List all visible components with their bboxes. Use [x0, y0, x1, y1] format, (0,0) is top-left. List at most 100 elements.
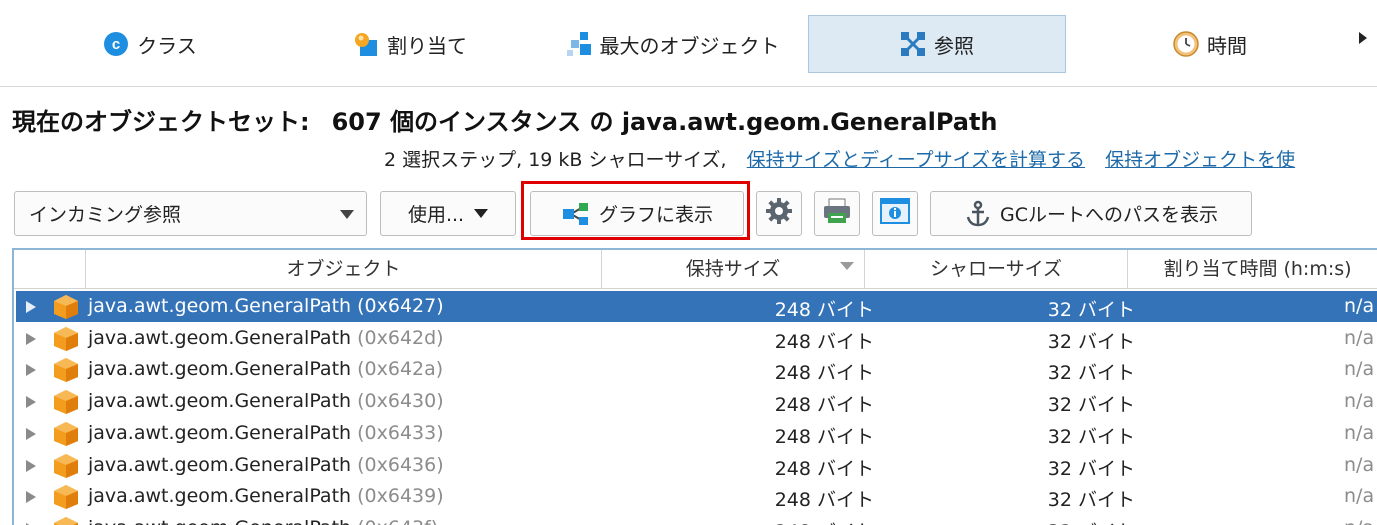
- expand-triangle-icon[interactable]: [26, 396, 36, 409]
- page-title: 現在のオブジェクトセット: 607 個のインスタンス の java.awt.geo…: [12, 102, 998, 137]
- table-row[interactable]: java.awt.geom.GeneralPath (0x642d) 248 バイ…: [16, 323, 1377, 354]
- expand-triangle-icon[interactable]: [26, 301, 36, 313]
- tab-label: 参照: [934, 33, 974, 58]
- object-address: (0x642d): [357, 326, 444, 349]
- object-name: java.awt.geom.GeneralPath (0x6436): [88, 454, 444, 476]
- object-instance-icon: [53, 453, 79, 479]
- gc-root-path-label: GCルートへのパスを表示: [1000, 204, 1218, 226]
- shallow-size-cell: 32 バイト: [1047, 425, 1135, 448]
- dropdown-arrow-icon: [474, 209, 489, 218]
- expand-triangle-icon[interactable]: [26, 491, 36, 504]
- tab-label: 時間: [1207, 33, 1247, 58]
- retained-size-cell: 248 バイト: [774, 457, 874, 480]
- object-address: (0x6433): [357, 421, 444, 444]
- allocation-time-cell: n/a: [1344, 358, 1375, 381]
- tab-biggest-objects[interactable]: 最大のオブジェクト: [555, 15, 790, 73]
- export-button[interactable]: [814, 191, 860, 236]
- expand-triangle-icon[interactable]: [26, 332, 36, 345]
- object-class: java.awt.geom.GeneralPath: [88, 453, 352, 476]
- view-tab-bar: c クラス 割り当て 最大のオブジェクト 参照 時間: [0, 0, 1377, 87]
- use-button[interactable]: 使用...: [380, 191, 516, 236]
- tab-scroll-right-arrow[interactable]: [1359, 32, 1367, 44]
- object-address: (0x6430): [357, 390, 444, 413]
- export-icon: [822, 197, 852, 230]
- object-class: java.awt.geom.GeneralPath: [88, 326, 352, 349]
- tab-allocations[interactable]: 割り当て: [340, 15, 480, 73]
- object-set-title: 607 個のインスタンス の java.awt.geom.GeneralPath: [331, 108, 998, 136]
- references-table: オブジェクト 保持サイズ シャローサイズ 割り当て時間 (h:m:s) java…: [12, 248, 1377, 525]
- retained-size-cell: 248 バイト: [774, 299, 874, 321]
- table-row[interactable]: java.awt.geom.GeneralPath (0x6439) 248 バイ…: [16, 481, 1377, 512]
- object-class: java.awt.geom.GeneralPath: [88, 295, 352, 317]
- object-class: java.awt.geom.GeneralPath: [88, 421, 352, 444]
- expand-triangle-icon[interactable]: [26, 427, 36, 440]
- table-row[interactable]: java.awt.geom.GeneralPath (0x643f) 248 バイ…: [16, 513, 1377, 525]
- table-row[interactable]: java.awt.geom.GeneralPath (0x6436) 248 バイ…: [16, 450, 1377, 481]
- allocation-time-cell: n/a: [1344, 517, 1374, 525]
- selection-info: 2 選択ステップ, 19 kB シャローサイズ,: [384, 149, 727, 171]
- show-gc-root-path-button[interactable]: GCルートへのパスを表示: [930, 191, 1252, 236]
- object-address: (0x6427): [357, 295, 444, 317]
- highlight-box: [521, 181, 750, 240]
- title-prefix: 現在のオブジェクトセット:: [12, 108, 310, 136]
- chevron-down-icon: [340, 210, 354, 219]
- object-instance-icon: [53, 516, 79, 525]
- table-row[interactable]: java.awt.geom.GeneralPath (0x6430) 248 バイ…: [16, 386, 1377, 417]
- tab-label: 最大のオブジェクト: [599, 33, 780, 58]
- shallow-size-cell: 32 バイト: [1048, 517, 1135, 525]
- retained-size-cell: 248 バイト: [774, 394, 874, 417]
- tab-references[interactable]: 参照: [808, 15, 1066, 73]
- header-object[interactable]: オブジェクト: [86, 250, 602, 288]
- info-window-icon: [880, 198, 910, 229]
- table-row[interactable]: java.awt.geom.GeneralPath (0x642a) 248 バイ…: [16, 354, 1377, 385]
- header-expand-column: [14, 250, 86, 288]
- references-icon: [900, 31, 926, 57]
- shallow-size-cell: 32 バイト: [1047, 299, 1135, 321]
- shallow-size-cell: 32 バイト: [1047, 489, 1135, 512]
- use-retained-objects-link[interactable]: 保持オブジェクトを使: [1105, 149, 1295, 171]
- object-address: (0x643f): [357, 517, 438, 525]
- retained-size-cell: 248 バイト: [775, 517, 874, 525]
- object-name: java.awt.geom.GeneralPath (0x643f): [88, 517, 438, 525]
- header-allocation-time[interactable]: 割り当て時間 (h:m:s): [1128, 250, 1377, 288]
- settings-button[interactable]: [756, 191, 802, 236]
- allocation-time-cell: n/a: [1344, 485, 1375, 508]
- header-retained-size[interactable]: 保持サイズ: [602, 250, 865, 288]
- biggest-objects-icon: [566, 31, 592, 57]
- anchor-icon: [964, 200, 992, 228]
- reference-type-dropdown[interactable]: インカミング参照: [14, 191, 367, 236]
- calculate-retained-sizes-link[interactable]: 保持サイズとディープサイズを計算する: [747, 149, 1085, 171]
- object-address: (0x6439): [357, 485, 444, 508]
- object-class: java.awt.geom.GeneralPath: [88, 485, 352, 508]
- object-name: java.awt.geom.GeneralPath (0x6427): [88, 295, 444, 317]
- header-retained-size-label: 保持サイズ: [685, 258, 781, 280]
- object-instance-icon: [53, 389, 79, 415]
- shallow-size-cell: 32 バイト: [1047, 330, 1135, 353]
- tab-time[interactable]: 時間: [1160, 15, 1260, 73]
- tab-classes[interactable]: c クラス: [90, 15, 210, 73]
- object-name: java.awt.geom.GeneralPath (0x6430): [88, 390, 444, 412]
- object-name: java.awt.geom.GeneralPath (0x642a): [88, 358, 443, 380]
- selection-summary: 2 選択ステップ, 19 kB シャローサイズ, 保持サイズとディープサイズを計…: [384, 145, 1295, 172]
- object-instance-icon: [53, 484, 79, 510]
- shallow-size-cell: 32 バイト: [1047, 394, 1135, 417]
- table-row[interactable]: java.awt.geom.GeneralPath (0x6427) 248 バイ…: [16, 291, 1377, 322]
- info-button[interactable]: [872, 191, 918, 236]
- table-row[interactable]: java.awt.geom.GeneralPath (0x6433) 248 バイ…: [16, 418, 1377, 449]
- tab-label: クラス: [137, 33, 197, 58]
- object-name: java.awt.geom.GeneralPath (0x6433): [88, 422, 444, 444]
- allocation-time-cell: n/a: [1344, 295, 1375, 317]
- clock-icon: [1173, 31, 1199, 57]
- object-class: java.awt.geom.GeneralPath: [88, 358, 352, 381]
- shallow-size-cell: 32 バイト: [1047, 362, 1135, 385]
- allocation-time-cell: n/a: [1344, 390, 1375, 413]
- allocation-icon: [353, 31, 379, 57]
- object-name: java.awt.geom.GeneralPath (0x6439): [88, 485, 444, 507]
- header-shallow-size[interactable]: シャローサイズ: [865, 250, 1128, 288]
- use-button-label: 使用...: [407, 204, 465, 226]
- shallow-size-cell: 32 バイト: [1047, 457, 1135, 480]
- allocation-time-cell: n/a: [1344, 326, 1375, 349]
- expand-triangle-icon[interactable]: [26, 364, 36, 377]
- object-instance-icon: [53, 326, 79, 352]
- expand-triangle-icon[interactable]: [26, 459, 36, 472]
